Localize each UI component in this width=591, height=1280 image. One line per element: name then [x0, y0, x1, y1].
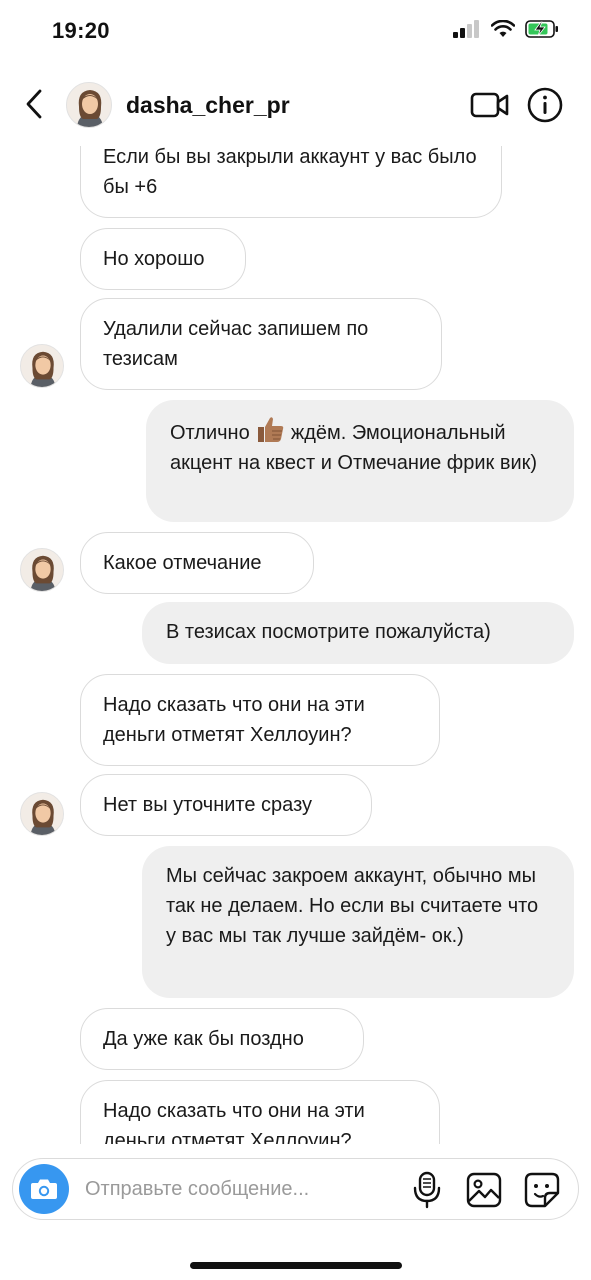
- sender-avatar[interactable]: [20, 548, 64, 592]
- outgoing-message[interactable]: Отлично ждём. Эмоциональный акцент на кв…: [146, 400, 574, 522]
- status-bar: 19:20: [0, 0, 591, 66]
- incoming-message[interactable]: Надо сказать что они на эти деньги отмет…: [80, 674, 440, 766]
- avatar-image: [67, 83, 111, 127]
- incoming-message[interactable]: Надо сказать что они на эти деньги отмет…: [80, 1080, 440, 1144]
- incoming-message[interactable]: Если бы вы закрыли аккаунт у вас было бы…: [80, 146, 502, 218]
- message-text: Если бы вы закрыли аккаунт у вас было бы…: [103, 146, 477, 198]
- message-text: Но хорошо: [103, 248, 205, 270]
- home-indicator[interactable]: [190, 1262, 402, 1269]
- chat-username[interactable]: dasha_cher_pr: [126, 92, 290, 119]
- message-text: Какое отмечание: [103, 552, 262, 574]
- sticker-button[interactable]: [523, 1171, 561, 1209]
- gallery-button[interactable]: [465, 1171, 503, 1209]
- message-thread[interactable]: Если бы вы закрыли аккаунт у вас было бы…: [0, 146, 591, 1144]
- status-icons: [453, 20, 559, 38]
- avatar-image: [21, 793, 63, 835]
- sender-avatar[interactable]: [20, 344, 64, 388]
- camera-button[interactable]: [19, 1164, 69, 1214]
- message-text: Удалили сейчас запишем по тезисам: [103, 318, 369, 370]
- message-composer: [12, 1158, 579, 1220]
- chevron-left-icon: [26, 89, 42, 119]
- camera-icon: [31, 1179, 57, 1199]
- info-button[interactable]: [526, 86, 564, 124]
- microphone-icon: [413, 1171, 441, 1209]
- message-text: Надо сказать что они на эти деньги отмет…: [103, 1100, 365, 1144]
- video-call-button[interactable]: [470, 88, 510, 122]
- message-text: Надо сказать что они на эти деньги отмет…: [103, 694, 365, 746]
- message-text: Нет вы уточните сразу: [103, 794, 313, 816]
- chat-header: dasha_cher_pr: [0, 66, 591, 146]
- back-button[interactable]: [14, 84, 54, 124]
- message-text: Мы сейчас закроем аккаунт, обычно мы так…: [166, 865, 539, 947]
- outgoing-message[interactable]: В тезисах посмотрите пожалуйста): [142, 602, 574, 664]
- info-icon: [527, 87, 563, 123]
- video-camera-icon: [470, 92, 509, 118]
- incoming-message[interactable]: Какое отмечание: [80, 532, 314, 594]
- avatar-image: [21, 345, 63, 387]
- message-text: Да уже как бы поздно: [103, 1028, 304, 1050]
- message-input[interactable]: [85, 1171, 405, 1207]
- status-time: 19:20: [52, 18, 110, 43]
- avatar-image: [21, 549, 63, 591]
- header-avatar[interactable]: [66, 82, 112, 128]
- incoming-message[interactable]: Но хорошо: [80, 228, 246, 290]
- outgoing-message[interactable]: Мы сейчас закроем аккаунт, обычно мы так…: [142, 846, 574, 998]
- incoming-message[interactable]: Удалили сейчас запишем по тезисам: [80, 298, 442, 390]
- cellular-signal-icon: [453, 20, 479, 38]
- thumbs-up-emoji: [258, 417, 284, 442]
- wifi-icon: [491, 20, 515, 37]
- incoming-message[interactable]: Да уже как бы поздно: [80, 1008, 364, 1070]
- battery-charging-icon: [525, 20, 558, 38]
- sender-avatar[interactable]: [20, 792, 64, 836]
- incoming-message[interactable]: Нет вы уточните сразу: [80, 774, 372, 836]
- sticker-icon: [524, 1172, 560, 1208]
- message-text: Отлично: [170, 422, 250, 444]
- image-gallery-icon: [466, 1172, 502, 1208]
- voice-message-button[interactable]: [409, 1171, 445, 1209]
- message-text: В тезисах посмотрите пожалуйста): [166, 621, 491, 643]
